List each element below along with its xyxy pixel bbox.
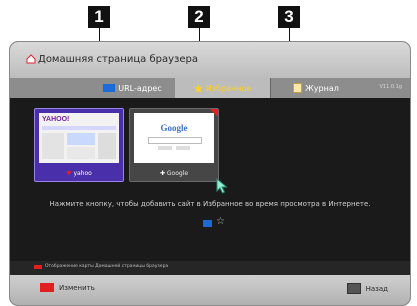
callout-3: 3 [278, 6, 300, 28]
tab-bar: URL-адрес Избранное Журнал V11.0.1g [10, 78, 410, 98]
edit-button[interactable]: Изменить [40, 283, 95, 292]
tab-history-label: Журнал [305, 83, 339, 93]
home-icon [26, 54, 36, 64]
new-corner-icon [210, 109, 218, 117]
back-icon [346, 283, 361, 294]
url-icon [103, 84, 116, 92]
edit-button-label: Изменить [59, 283, 95, 292]
browser-home-screen: Домашняя страница браузера URL-адрес Изб… [9, 41, 411, 306]
tab-url-label: URL-адрес [118, 83, 162, 93]
back-button[interactable]: Назад [346, 283, 388, 294]
star-icon [193, 83, 203, 93]
callout-2: 2 [188, 6, 210, 28]
favorite-label-yahoo: ♥ yahoo [66, 170, 92, 177]
pointer-cursor-icon [216, 178, 228, 194]
back-button-label: Назад [365, 284, 388, 293]
version-label: V11.0.1g [379, 84, 403, 90]
favorite-item-google[interactable]: Google ✚ Google [129, 108, 219, 182]
tab-history[interactable]: Журнал [270, 78, 361, 98]
tab-url[interactable]: URL-адрес [90, 78, 176, 98]
google-logo: Google [160, 123, 188, 133]
callout-1: 1 [88, 6, 110, 28]
favorite-label-google: ✚ Google [159, 170, 189, 177]
tab-favorites-label: Избранное [205, 83, 252, 93]
history-icon [293, 83, 303, 93]
page-title: Домашняя страница браузера [38, 54, 198, 65]
favorite-item-yahoo[interactable]: YAHOO! ♥ yahoo [34, 108, 124, 182]
yahoo-screenshot: YAHOO! [39, 113, 119, 163]
bottom-bar: Изменить Назад [10, 275, 410, 305]
red-button-icon [40, 283, 54, 292]
tab-favorites[interactable]: Избранное [175, 78, 270, 98]
yahoo-logo: YAHOO! [42, 116, 70, 123]
blue-button-icon [203, 220, 212, 227]
footer-note: Отображение карты Домашней страницы брау… [10, 261, 410, 275]
favorites-area: YAHOO! ♥ yahoo Google ✚ Google Нажмите к… [10, 98, 410, 261]
add-favorite-hint: Нажмите кнопку, чтобы добавить сайт в Из… [49, 200, 371, 208]
add-star-icon: ☆ [216, 216, 225, 227]
title-bar: Домашняя страница браузера [10, 42, 410, 78]
google-screenshot: Google [134, 113, 214, 163]
footer-note-text: Отображение карты Домашней страницы брау… [45, 264, 169, 269]
red-marker-icon [34, 265, 42, 269]
